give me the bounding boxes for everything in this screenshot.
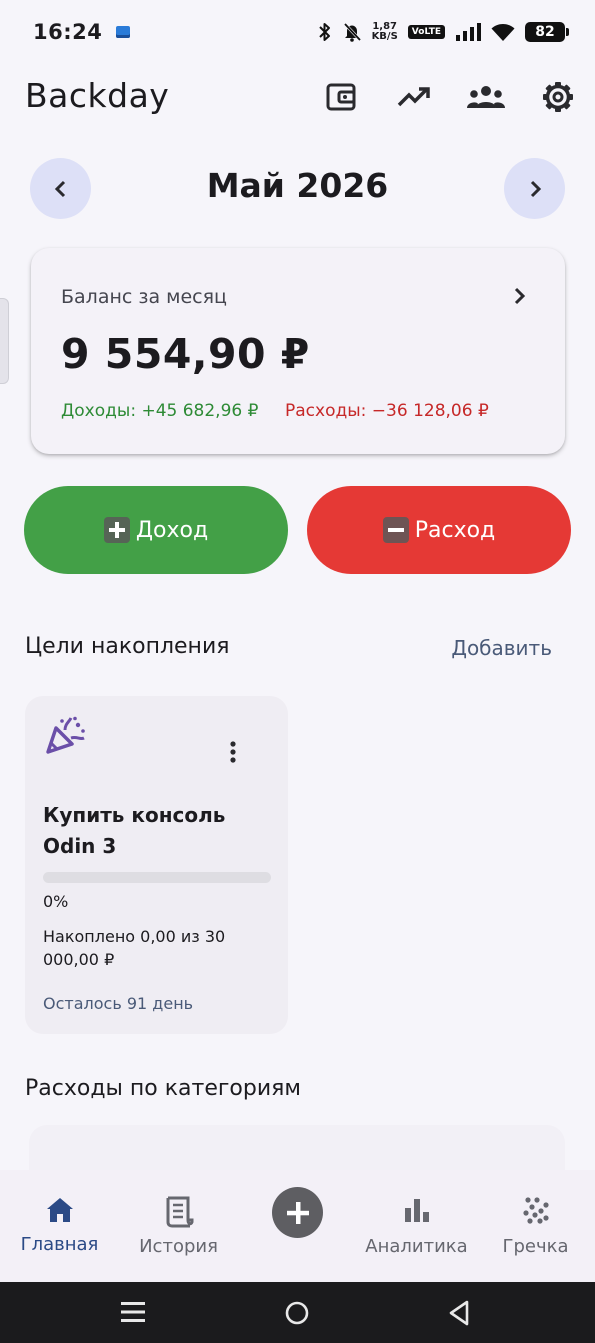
goal-percent: 0%: [43, 892, 69, 911]
status-bar: 16:24 1,87 KB/S VoLTE 82: [0, 0, 595, 64]
bottom-navigation: Главная История Аналитика Гречка: [0, 1170, 595, 1282]
battery-level: 82: [535, 24, 555, 40]
speed-unit: KB/S: [371, 31, 398, 42]
status-icons: 1,87 KB/S VoLTE 82: [318, 22, 569, 42]
plus-icon: [103, 517, 130, 543]
income-summary: Доходы: +45 682,96 ₽: [61, 401, 259, 421]
back-icon[interactable]: [448, 1300, 470, 1326]
expense-button-label: Расход: [414, 517, 496, 543]
app-title: Backday: [25, 76, 170, 115]
party-popper-icon: [46, 716, 85, 754]
bluetooth-icon: [318, 23, 330, 41]
income-button-label: Доход: [135, 517, 209, 543]
more-vert-icon[interactable]: [227, 740, 239, 764]
nav-history-label: История: [139, 1236, 218, 1257]
chevron-right-icon: [530, 180, 541, 197]
nav-grechka[interactable]: Гречка: [476, 1170, 595, 1282]
nav-history[interactable]: История: [119, 1170, 238, 1282]
volte-badge: VoLTE: [407, 25, 445, 39]
goal-card[interactable]: Купить консоль Odin 3 0% Накоплено 0,00 …: [25, 696, 288, 1034]
system-navigation-bar: [0, 1282, 595, 1343]
expense-summary: Расходы: −36 128,06 ₽: [285, 401, 489, 421]
home-circle-icon[interactable]: [285, 1301, 309, 1325]
battery-icon: 82: [525, 22, 569, 42]
goal-saved-amount: Накоплено 0,00 из 30 000,00 ₽: [43, 927, 226, 969]
minus-icon: [382, 517, 409, 543]
grain-icon: [522, 1197, 549, 1224]
home-icon: [46, 1198, 73, 1222]
status-time: 16:24: [33, 20, 103, 44]
wifi-icon: [491, 24, 515, 41]
add-goal-button[interactable]: Добавить: [451, 636, 552, 660]
receipt-icon: [166, 1196, 193, 1228]
network-speed: 1,87 KB/S: [372, 22, 398, 42]
app-bar: Backday: [0, 64, 595, 130]
nav-grechka-label: Гречка: [502, 1236, 569, 1257]
goal-title: Купить консоль Odin 3: [43, 803, 226, 858]
add-circle-icon: [286, 1201, 309, 1224]
goal-progress-bar: [43, 872, 271, 883]
menu-icon[interactable]: [121, 1301, 145, 1323]
side-handle[interactable]: [0, 298, 9, 384]
settings-icon[interactable]: [540, 79, 576, 115]
add-income-button[interactable]: Доход: [24, 486, 288, 574]
trending-up-icon[interactable]: [396, 79, 432, 115]
nav-home-label: Главная: [20, 1234, 99, 1255]
group-icon[interactable]: [466, 79, 506, 115]
balance-card[interactable]: Баланс за месяц 9 554,90 ₽ Доходы: +45 6…: [31, 248, 565, 454]
app-notification-icon: [116, 26, 131, 38]
nav-analytics-label: Аналитика: [365, 1236, 468, 1257]
goals-section-title: Цели накопления: [25, 634, 230, 659]
next-month-button[interactable]: [504, 158, 565, 219]
balance-value: 9 554,90 ₽: [61, 330, 310, 378]
goal-remaining-time: Осталось 91 день: [43, 994, 194, 1013]
bell-off-icon: [343, 22, 361, 42]
nav-add-button[interactable]: [272, 1187, 323, 1238]
bar-chart-icon: [404, 1199, 429, 1222]
signal-icon: [456, 23, 481, 41]
chevron-right-icon: [514, 287, 526, 305]
balance-label: Баланс за месяц: [61, 286, 227, 308]
wallet-icon[interactable]: [323, 79, 359, 115]
nav-analytics[interactable]: Аналитика: [357, 1170, 476, 1282]
nav-home[interactable]: Главная: [0, 1170, 119, 1282]
month-navigator: Май 2026: [0, 158, 595, 219]
add-expense-button[interactable]: Расход: [307, 486, 571, 574]
categories-section-title: Расходы по категориям: [25, 1076, 301, 1101]
